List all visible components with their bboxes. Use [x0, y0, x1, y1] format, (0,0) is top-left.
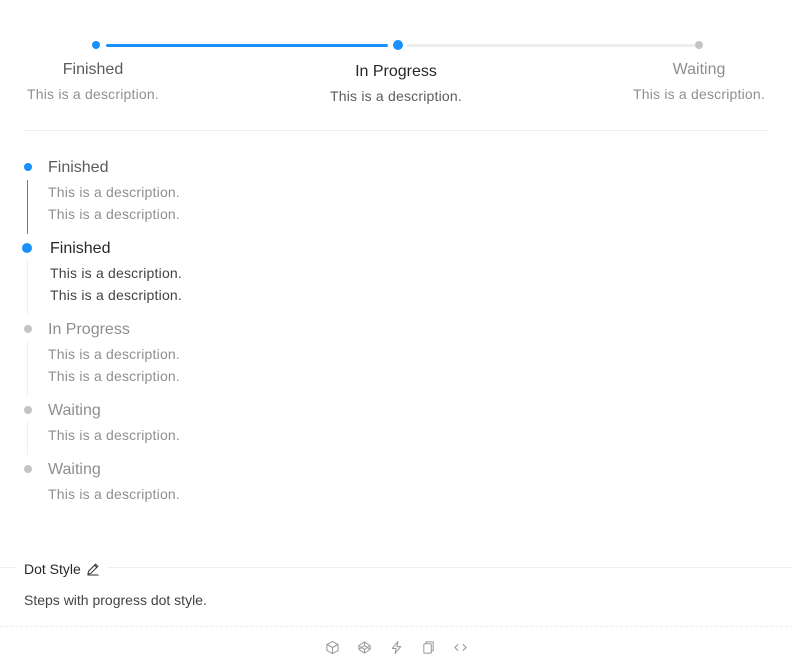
- step-title[interactable]: Waiting: [48, 401, 101, 421]
- step-tail: [27, 422, 28, 455]
- step-tail-finished: [27, 180, 28, 234]
- step-title[interactable]: Waiting: [48, 460, 101, 480]
- step-dot-waiting: [24, 325, 32, 333]
- step-description: This is a description.: [632, 86, 765, 102]
- step-item-process[interactable]: In Progress This is a description.: [301, 62, 491, 106]
- step-description: This is a description.: [26, 86, 159, 102]
- step-title[interactable]: In Progress: [48, 320, 130, 340]
- step-dot-process: [22, 243, 32, 253]
- meta-divider: [0, 567, 793, 568]
- code-box-actions: [0, 636, 793, 658]
- meta-title-wrap: Dot Style: [16, 558, 108, 580]
- step-item-waiting[interactable]: Waiting This is a description.: [604, 60, 793, 104]
- step-dot-waiting: [695, 41, 703, 49]
- actions-divider: [0, 626, 793, 627]
- demo-card: Finished This is a description. In Progr…: [0, 0, 793, 667]
- step-dot-waiting: [24, 465, 32, 473]
- step-title: In Progress: [355, 63, 437, 80]
- step-dot-waiting: [24, 406, 32, 414]
- step-description: This is a description.: [50, 287, 183, 303]
- step-title[interactable]: Finished: [48, 158, 108, 178]
- step-description: This is a description.: [48, 346, 181, 362]
- step-title: Waiting: [672, 61, 726, 78]
- step-dot-finished: [92, 41, 100, 49]
- step-title[interactable]: Finished: [50, 239, 110, 259]
- step-tail-finished: [106, 44, 388, 47]
- step-description: This is a description.: [50, 265, 183, 281]
- step-description: This is a description.: [48, 184, 181, 200]
- codepen-icon[interactable]: [357, 636, 373, 658]
- demo-title[interactable]: Dot Style: [24, 558, 81, 580]
- demo-description: Steps with progress dot style.: [24, 592, 207, 608]
- step-tail-waiting: [407, 44, 700, 47]
- copy-icon[interactable]: [421, 636, 437, 658]
- step-dot-finished: [24, 163, 32, 171]
- step-tail: [27, 260, 28, 315]
- code-icon[interactable]: [453, 636, 469, 658]
- step-item-finished[interactable]: Finished This is a description.: [0, 60, 188, 104]
- stackblitz-icon[interactable]: [389, 636, 405, 658]
- step-description: This is a description.: [48, 206, 181, 222]
- divider: [24, 130, 768, 131]
- step-description: This is a description.: [48, 486, 181, 502]
- codesandbox-icon[interactable]: [325, 636, 341, 658]
- horizontal-steps: Finished This is a description. In Progr…: [24, 0, 768, 130]
- step-dot-process: [393, 40, 403, 50]
- step-tail: [27, 341, 28, 396]
- step-description: This is a description.: [48, 427, 181, 443]
- step-description: This is a description.: [329, 88, 462, 104]
- step-title: Finished: [62, 61, 124, 78]
- edit-icon[interactable]: [86, 562, 100, 576]
- step-description: This is a description.: [48, 368, 181, 384]
